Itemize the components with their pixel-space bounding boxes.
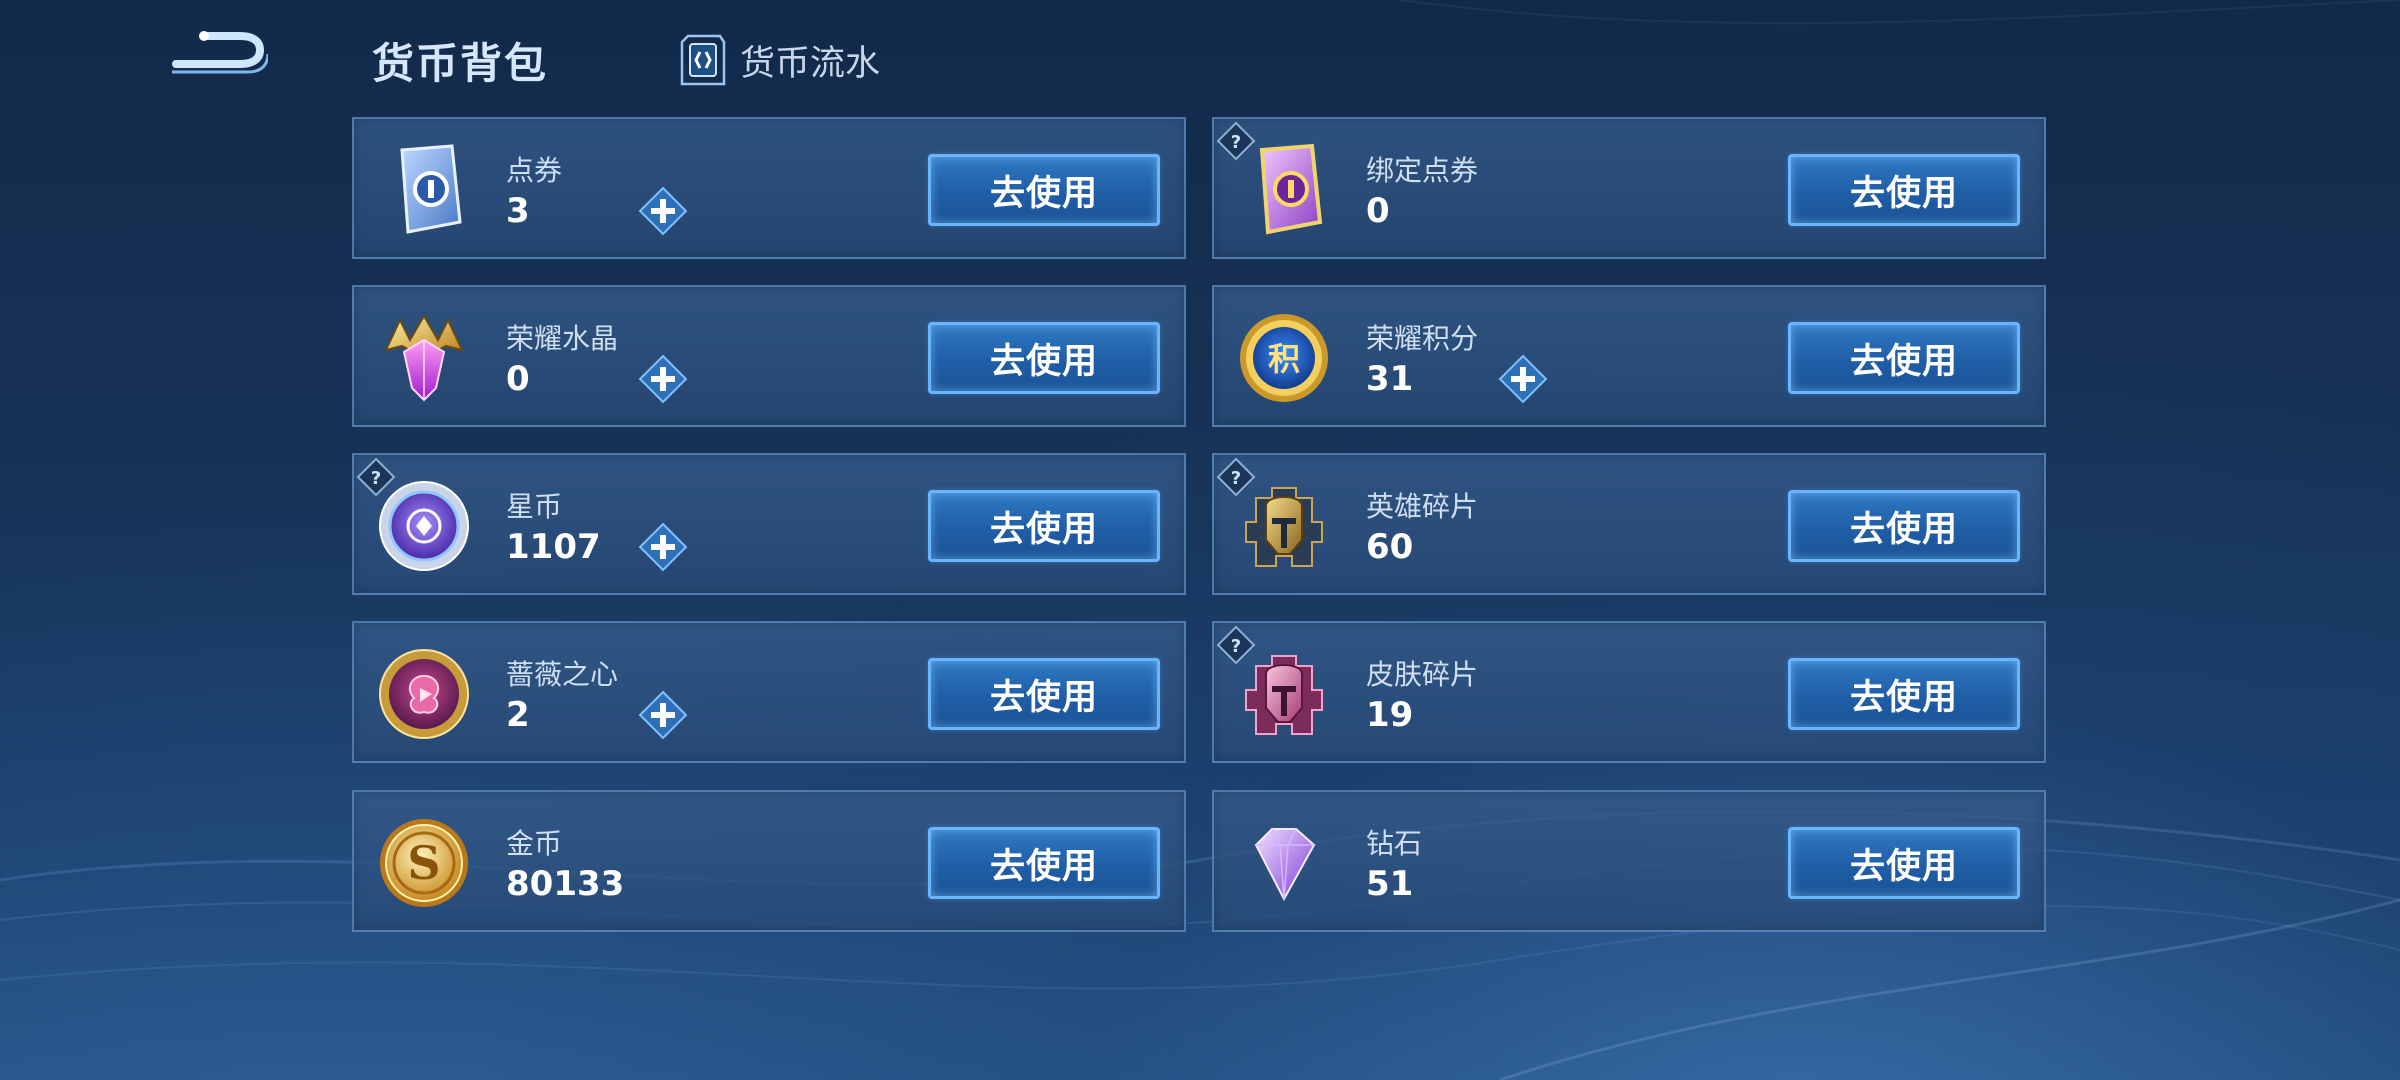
currency-name: 皮肤碎片: [1366, 658, 1479, 691]
currency-amount: 3: [506, 191, 530, 231]
coupon-ticket-icon: [376, 142, 472, 238]
add-rose-heart-button[interactable]: [638, 690, 688, 740]
use-coupon-button[interactable]: 去使用: [928, 154, 1160, 226]
plus-icon: [1498, 354, 1548, 404]
currency-amount: 31: [1366, 359, 1414, 399]
currency-card-bound-coupon: ? 绑定点券 0 去使用: [1212, 117, 2046, 259]
ledger-icon: [680, 34, 726, 86]
use-skin-fragment-button[interactable]: 去使用: [1788, 658, 2020, 730]
use-bound-coupon-button[interactable]: 去使用: [1788, 154, 2020, 226]
currency-card-hero-fragment: ? 英雄碎片 60 去使用: [1212, 453, 2046, 595]
currency-amount: 0: [506, 359, 530, 399]
currency-card-skin-fragment: ? 皮肤碎片 19 去使用: [1212, 621, 2046, 763]
add-glory-points-button[interactable]: [1498, 354, 1548, 404]
use-hero-fragment-button[interactable]: 去使用: [1788, 490, 2020, 562]
currency-name: 英雄碎片: [1366, 490, 1479, 523]
rose-heart-icon: [376, 646, 472, 742]
star-coin-icon: [376, 478, 472, 574]
plus-icon: [638, 186, 688, 236]
use-diamond-button[interactable]: 去使用: [1788, 827, 2020, 899]
currency-card-gold-coin: S 金币 80133 去使用: [352, 790, 1186, 932]
hero-fragment-icon: [1236, 478, 1332, 574]
currency-name: 荣耀积分: [1366, 322, 1479, 355]
currency-card-glory-points: 积 荣耀积分 31 去使用: [1212, 285, 2046, 427]
skin-fragment-icon: [1236, 646, 1332, 742]
plus-icon: [638, 690, 688, 740]
currency-name: 绑定点券: [1366, 154, 1479, 187]
currency-amount: 80133: [506, 864, 625, 904]
glory-crystal-icon: [376, 310, 472, 406]
back-button[interactable]: [168, 28, 268, 86]
svg-text:S: S: [407, 836, 440, 890]
currency-name: 金币: [506, 827, 563, 860]
currency-history-label: 货币流水: [740, 43, 881, 84]
add-glory-crystal-button[interactable]: [638, 354, 688, 404]
gold-coin-icon: S: [376, 815, 472, 911]
svg-text:积: 积: [1268, 340, 1300, 378]
use-gold-coin-button[interactable]: 去使用: [928, 827, 1160, 899]
glory-points-icon: 积: [1236, 310, 1332, 406]
bound-coupon-ticket-icon: [1236, 142, 1332, 238]
use-rose-heart-button[interactable]: 去使用: [928, 658, 1160, 730]
use-glory-crystal-button[interactable]: 去使用: [928, 322, 1160, 394]
currency-amount: 0: [1366, 191, 1390, 231]
currency-amount: 51: [1366, 864, 1414, 904]
currency-amount: 60: [1366, 527, 1414, 567]
currency-card-rose-heart: 蔷薇之心 2 去使用: [352, 621, 1186, 763]
currency-name: 蔷薇之心: [506, 658, 619, 691]
currency-card-diamond: 钻石 51 去使用: [1212, 790, 2046, 932]
back-arrow-icon: [172, 31, 268, 74]
currency-card-coupon: 点券 3 去使用: [352, 117, 1186, 259]
currency-card-glory-crystal: 荣耀水晶 0 去使用: [352, 285, 1186, 427]
add-star-coin-button[interactable]: [638, 522, 688, 572]
currency-amount: 19: [1366, 695, 1414, 735]
currency-card-star-coin: ? 星币 1107 去使用: [352, 453, 1186, 595]
page-title: 货币背包: [372, 39, 549, 88]
use-glory-points-button[interactable]: 去使用: [1788, 322, 2020, 394]
currency-name: 星币: [506, 490, 563, 523]
diamond-icon: [1236, 815, 1332, 911]
plus-icon: [638, 522, 688, 572]
currency-amount: 1107: [506, 527, 601, 567]
currency-amount: 2: [506, 695, 530, 735]
use-star-coin-button[interactable]: 去使用: [928, 490, 1160, 562]
currency-name: 荣耀水晶: [506, 322, 619, 355]
currency-name: 点券: [506, 154, 563, 187]
currency-history-tab[interactable]: 货币流水: [680, 32, 880, 88]
currency-name: 钻石: [1366, 827, 1423, 860]
plus-icon: [638, 354, 688, 404]
add-coupon-button[interactable]: [638, 186, 688, 236]
